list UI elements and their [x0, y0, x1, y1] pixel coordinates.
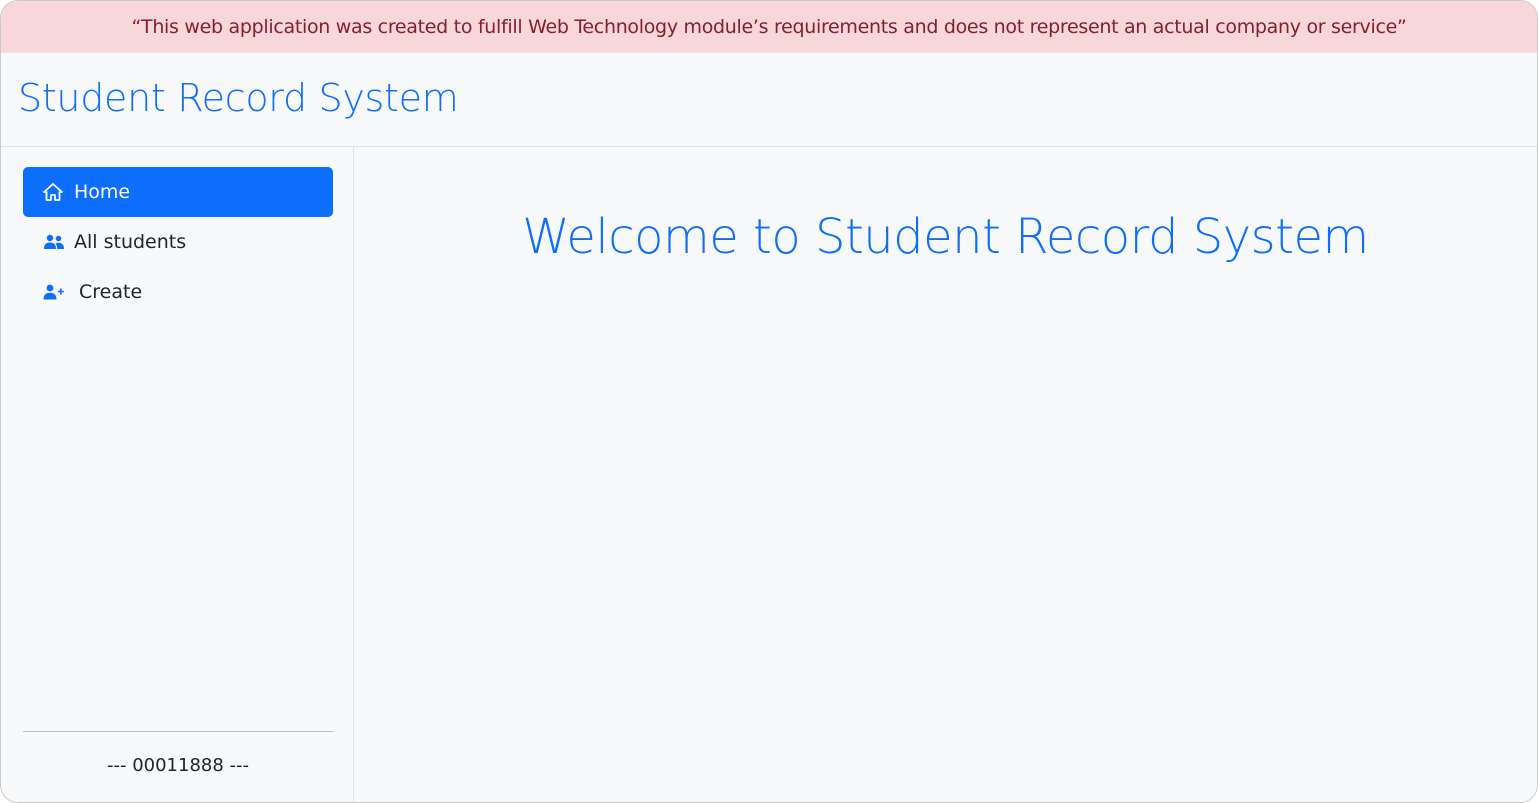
disclaimer-banner: “This web application was created to ful…: [1, 1, 1537, 53]
top-navbar: Student Record System: [1, 53, 1537, 147]
app-window: “This web application was created to ful…: [0, 0, 1538, 803]
sidebar-item-create[interactable]: Create: [23, 267, 333, 317]
sidebar-item-label: Home: [74, 181, 131, 203]
disclaimer-text: “This web application was created to ful…: [131, 15, 1407, 38]
users-icon: [43, 233, 65, 251]
student-id-footer: --- 00011888 ---: [106, 755, 250, 776]
sidebar: Home All students Create --- 00011888 --…: [1, 147, 354, 802]
sidebar-item-all-students[interactable]: All students: [23, 217, 333, 267]
brand-link[interactable]: Student Record System: [18, 76, 459, 120]
sidebar-divider: [23, 731, 333, 732]
sidebar-item-home[interactable]: Home: [23, 167, 333, 217]
main-content: Welcome to Student Record System: [354, 147, 1537, 802]
sidebar-item-label: All students: [74, 231, 187, 253]
home-icon: [43, 183, 65, 201]
user-plus-icon: [43, 283, 65, 301]
sidebar-item-label: Create: [79, 281, 143, 303]
welcome-heading: Welcome to Student Record System: [522, 209, 1369, 265]
